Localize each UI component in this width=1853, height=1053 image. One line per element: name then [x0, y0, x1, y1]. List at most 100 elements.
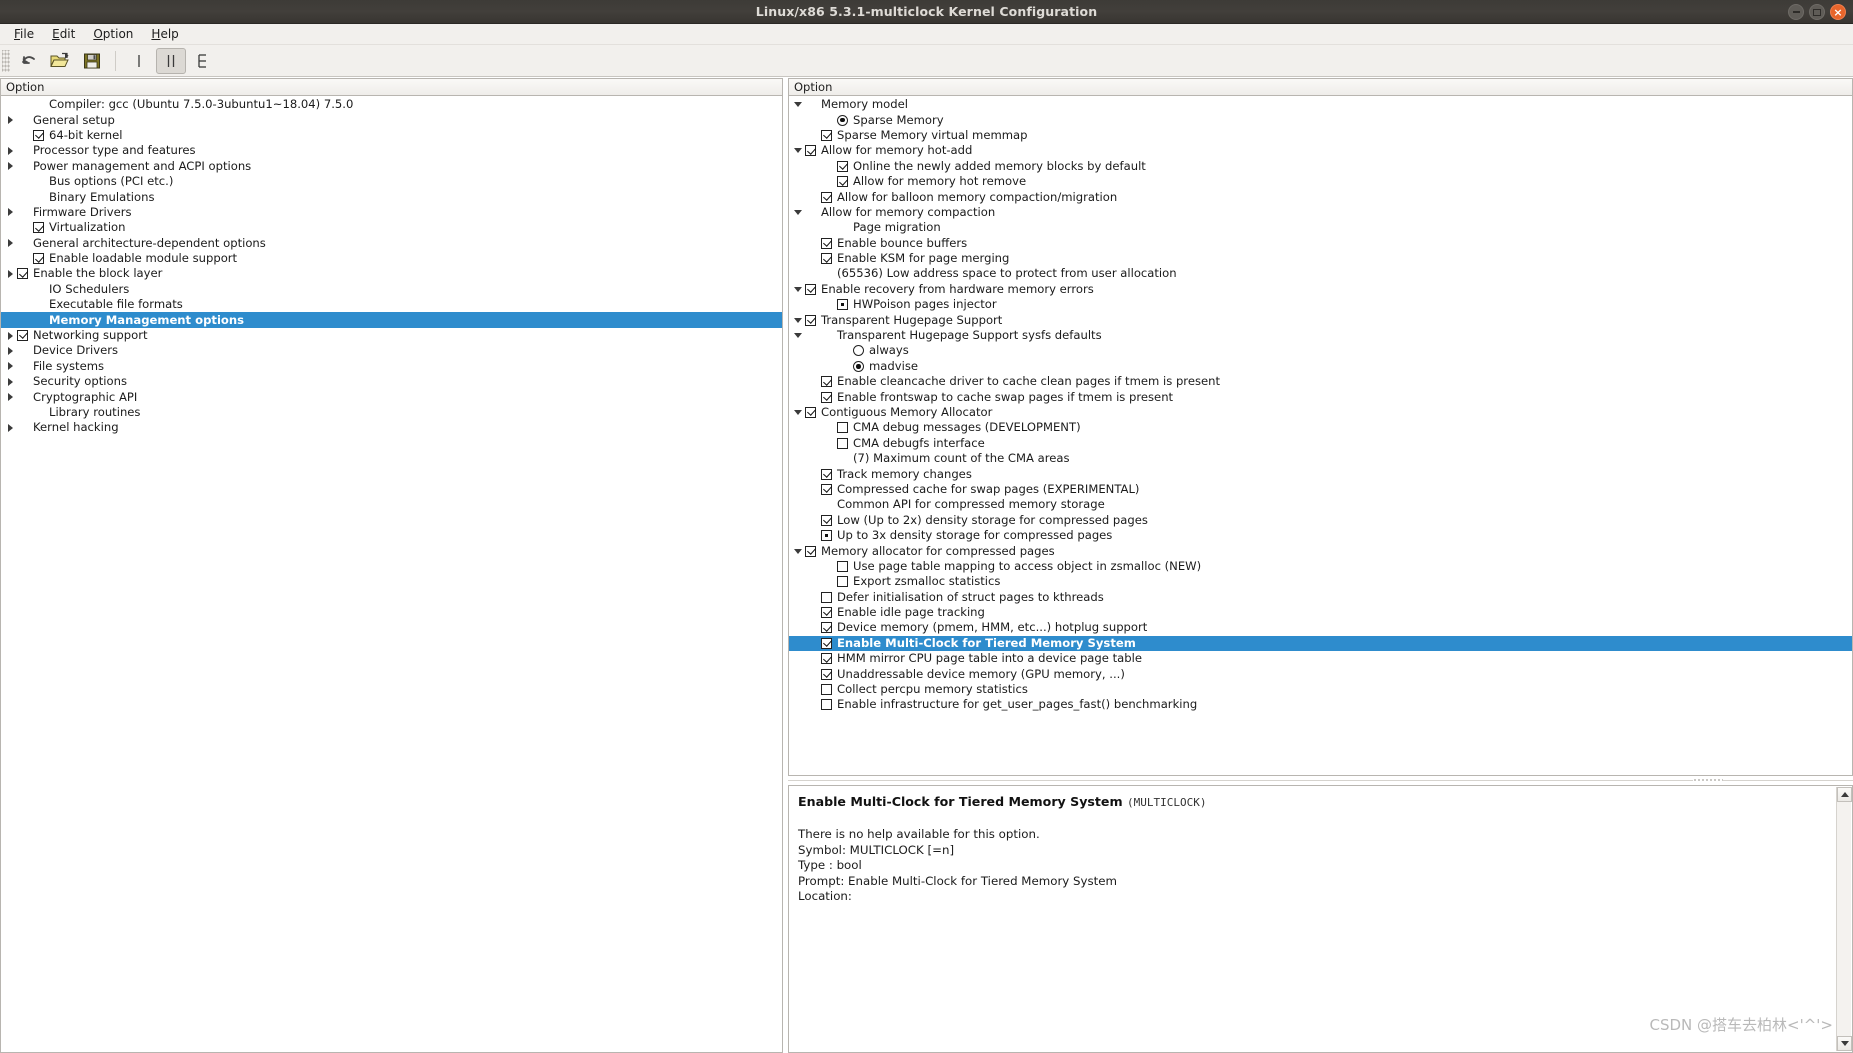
- checkbox-unchecked-icon[interactable]: [821, 684, 832, 696]
- expand-triangle-right-icon[interactable]: [3, 423, 17, 432]
- checkbox-checked-icon[interactable]: [821, 668, 832, 680]
- checkbox-checked-icon[interactable]: [837, 176, 848, 188]
- checkbox-checked-icon[interactable]: [821, 483, 832, 495]
- scroll-down-button[interactable]: [1837, 1036, 1852, 1051]
- tree-row[interactable]: Unaddressable device memory (GPU memory,…: [789, 666, 1852, 681]
- checkbox-checked-icon[interactable]: [821, 607, 832, 619]
- tree-row[interactable]: Memory model: [789, 97, 1852, 112]
- tree-row[interactable]: Enable idle page tracking: [789, 605, 1852, 620]
- tree-row-selected[interactable]: Enable Multi-Clock for Tiered Memory Sys…: [789, 635, 1852, 652]
- tree-row[interactable]: Common API for compressed memory storage: [789, 497, 1852, 512]
- save-button[interactable]: [77, 48, 107, 74]
- expand-triangle-right-icon[interactable]: [3, 331, 17, 340]
- tree-row[interactable]: Use page table mapping to access object …: [789, 559, 1852, 574]
- expand-triangle-right-icon[interactable]: [3, 393, 17, 402]
- load-button[interactable]: [45, 48, 75, 74]
- tree-row[interactable]: madvise: [789, 359, 1852, 374]
- tree-row[interactable]: Kernel hacking: [1, 420, 782, 435]
- tree-row[interactable]: Enable loadable module support: [1, 251, 782, 266]
- close-button[interactable]: ×: [1830, 4, 1846, 20]
- menu-help[interactable]: Help: [142, 25, 187, 43]
- tree-row[interactable]: Allow for balloon memory compaction/migr…: [789, 189, 1852, 204]
- tree-row[interactable]: Enable cleancache driver to cache clean …: [789, 374, 1852, 389]
- toolbar-drag-handle[interactable]: [2, 49, 10, 72]
- tree-row[interactable]: Allow for memory hot-add: [789, 143, 1852, 158]
- single-view-button[interactable]: [124, 48, 154, 74]
- tree-row[interactable]: Networking support: [1, 328, 782, 343]
- tree-row[interactable]: Sparse Memory: [789, 112, 1852, 127]
- checkbox-checked-icon[interactable]: [821, 253, 832, 265]
- tree-row[interactable]: Compressed cache for swap pages (EXPERIM…: [789, 482, 1852, 497]
- checkbox-unchecked-icon[interactable]: [837, 437, 848, 449]
- tree-row[interactable]: Executable file formats: [1, 297, 782, 312]
- checkbox-checked-icon[interactable]: [33, 222, 44, 234]
- expand-triangle-right-icon[interactable]: [3, 362, 17, 371]
- scroll-up-button[interactable]: [1837, 787, 1852, 802]
- tree-row[interactable]: HMM mirror CPU page table into a device …: [789, 651, 1852, 666]
- checkbox-module-icon[interactable]: [821, 530, 832, 542]
- checkbox-checked-icon[interactable]: [821, 468, 832, 480]
- tree-row[interactable]: Defer initialisation of struct pages to …: [789, 590, 1852, 605]
- tree-row[interactable]: (7) Maximum count of the CMA areas: [789, 451, 1852, 466]
- tree-row[interactable]: Online the newly added memory blocks by …: [789, 159, 1852, 174]
- tree-row[interactable]: Enable the block layer: [1, 266, 782, 281]
- checkbox-checked-icon[interactable]: [805, 545, 816, 557]
- checkbox-unchecked-icon[interactable]: [837, 560, 848, 572]
- expand-triangle-down-icon[interactable]: [791, 148, 805, 154]
- expand-triangle-right-icon[interactable]: [3, 239, 17, 248]
- checkbox-checked-icon[interactable]: [805, 283, 816, 295]
- expand-triangle-right-icon[interactable]: [3, 146, 17, 155]
- tree-row[interactable]: Library routines: [1, 405, 782, 420]
- checkbox-checked-icon[interactable]: [805, 314, 816, 326]
- split-view-button[interactable]: [156, 47, 186, 74]
- expand-triangle-right-icon[interactable]: [3, 269, 17, 278]
- expand-triangle-down-icon[interactable]: [791, 317, 805, 323]
- tree-row[interactable]: Compiler: gcc (Ubuntu 7.5.0-3ubuntu1~18.…: [1, 97, 782, 112]
- checkbox-checked-icon[interactable]: [17, 268, 28, 280]
- expand-triangle-down-icon[interactable]: [791, 410, 805, 415]
- tree-row[interactable]: Enable frontswap to cache swap pages if …: [789, 389, 1852, 404]
- expand-triangle-down-icon[interactable]: [791, 209, 805, 215]
- checkbox-checked-icon[interactable]: [821, 514, 832, 526]
- tree-row[interactable]: Security options: [1, 374, 782, 389]
- checkbox-checked-icon[interactable]: [805, 145, 816, 157]
- tree-row[interactable]: Sparse Memory virtual memmap: [789, 128, 1852, 143]
- left-column-header[interactable]: Option: [0, 78, 783, 96]
- checkbox-checked-icon[interactable]: [805, 407, 816, 418]
- checkbox-unchecked-icon[interactable]: [837, 576, 848, 588]
- radio-unselected-icon[interactable]: [853, 345, 864, 357]
- radio-selected-icon[interactable]: [837, 114, 848, 126]
- tree-row[interactable]: Processor type and features: [1, 143, 782, 158]
- tree-row[interactable]: Memory allocator for compressed pages: [789, 543, 1852, 558]
- expand-triangle-down-icon[interactable]: [791, 333, 805, 339]
- horizontal-splitter[interactable]: [788, 776, 1853, 785]
- checkbox-checked-icon[interactable]: [821, 376, 832, 388]
- checkbox-checked-icon[interactable]: [821, 653, 832, 665]
- checkbox-checked-icon[interactable]: [821, 622, 832, 634]
- checkbox-checked-icon[interactable]: [17, 330, 28, 342]
- checkbox-checked-icon[interactable]: [821, 129, 832, 141]
- expand-triangle-right-icon[interactable]: [3, 346, 17, 355]
- tree-row[interactable]: General setup: [1, 112, 782, 127]
- minimize-button[interactable]: [1788, 4, 1804, 20]
- checkbox-unchecked-icon[interactable]: [821, 699, 832, 711]
- right-column-header[interactable]: Option: [788, 78, 1853, 96]
- tree-row[interactable]: Power management and ACPI options: [1, 159, 782, 174]
- tree-row[interactable]: Device memory (pmem, HMM, etc...) hotplu…: [789, 620, 1852, 635]
- config-option-tree[interactable]: Memory model Sparse Memory Sparse Memory v…: [788, 96, 1853, 776]
- checkbox-checked-icon[interactable]: [821, 191, 832, 203]
- tree-row[interactable]: Transparent Hugepage Support: [789, 312, 1852, 327]
- checkbox-checked-icon[interactable]: [821, 237, 832, 249]
- expand-triangle-right-icon[interactable]: [3, 208, 17, 217]
- tree-row[interactable]: Enable infrastructure for get_user_pages…: [789, 697, 1852, 712]
- checkbox-unchecked-icon[interactable]: [821, 591, 832, 603]
- radio-selected-icon[interactable]: [853, 360, 864, 372]
- back-button[interactable]: [13, 48, 43, 74]
- expand-triangle-right-icon[interactable]: [3, 116, 17, 125]
- tree-row[interactable]: File systems: [1, 359, 782, 374]
- tree-row[interactable]: Bus options (PCI etc.): [1, 174, 782, 189]
- tree-row[interactable]: Binary Emulations: [1, 189, 782, 204]
- expand-triangle-down-icon[interactable]: [791, 286, 805, 292]
- checkbox-checked-icon[interactable]: [821, 391, 832, 403]
- expand-triangle-down-icon[interactable]: [791, 102, 805, 108]
